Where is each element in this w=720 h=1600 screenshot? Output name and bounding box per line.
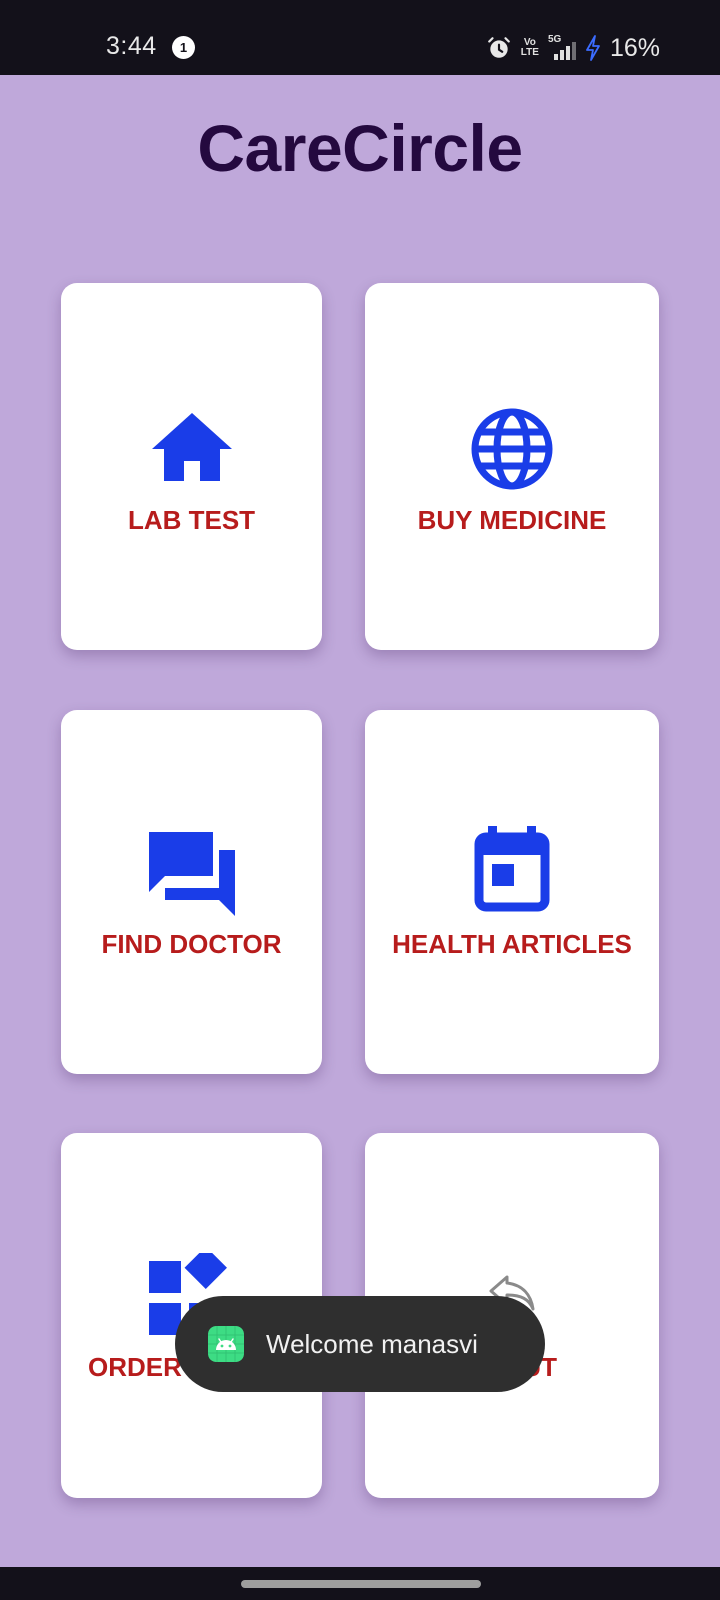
- health-articles-card[interactable]: HEALTH ARTICLES: [365, 710, 659, 1074]
- find-doctor-card[interactable]: FIND DOCTOR: [61, 710, 322, 1074]
- health-articles-label: HEALTH ARTICLES: [392, 929, 632, 959]
- find-doctor-label: FIND DOCTOR: [101, 929, 282, 959]
- welcome-toast: Welcome manasvi: [175, 1296, 545, 1392]
- buy-medicine-card[interactable]: BUY MEDICINE: [365, 283, 659, 650]
- alarm-icon: [487, 37, 510, 58]
- volte-icon: Vo LTE: [521, 38, 539, 58]
- app-title: CareCircle: [197, 111, 523, 185]
- signal-icon: 5G: [548, 34, 576, 60]
- home-icon: [151, 413, 232, 481]
- buy-medicine-label: BUY MEDICINE: [417, 505, 607, 535]
- battery-level: 16%: [609, 33, 660, 62]
- status-icons: Vo LTE 5G 16%: [486, 34, 660, 62]
- toast-message: Welcome manasvi: [266, 1329, 478, 1359]
- lab-test-label: LAB TEST: [127, 505, 256, 535]
- volte-text-line2: LTE: [520, 47, 539, 58]
- globe-icon: [471, 408, 553, 490]
- chat-bubbles-icon: [148, 832, 235, 916]
- status-time: 3:44: [106, 32, 157, 60]
- status-bar: 3:44 1 Vo LTE 5G 16%: [0, 0, 720, 75]
- calendar-icon: [474, 826, 550, 912]
- notification-count-badge: 1: [172, 36, 195, 59]
- charging-icon: [586, 35, 600, 61]
- order-label: ORDER: [88, 1352, 182, 1382]
- home-gesture-handle[interactable]: [241, 1580, 481, 1588]
- android-app-icon: [208, 1326, 244, 1362]
- navigation-bar: [0, 1567, 720, 1600]
- lab-test-card[interactable]: LAB TEST: [61, 283, 322, 650]
